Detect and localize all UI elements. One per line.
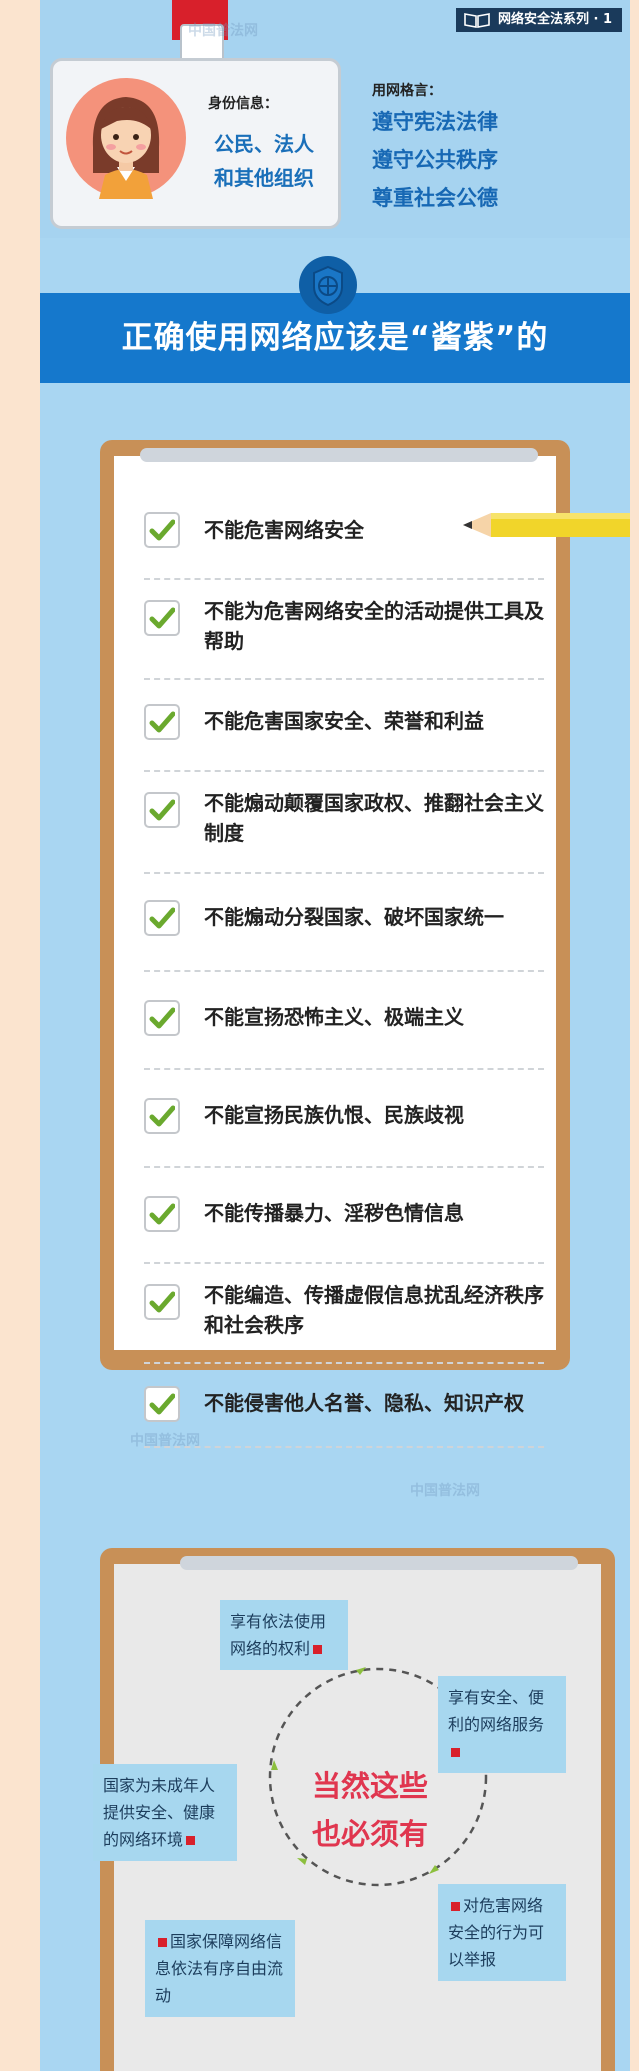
checklist-item: 不能传播暴力、淫秽色情信息: [144, 1168, 544, 1264]
checkbox-checked: [144, 600, 180, 636]
checklist-item-text: 不能编造、传播虚假信息扰乱经济秩序和社会秩序: [204, 1283, 544, 1337]
rights-bubble-right-bottom: 对危害网络安全的行为可以举报: [438, 1884, 566, 1981]
check-icon: [149, 1203, 175, 1225]
checklist-item-text: 不能煽动颠覆国家政权、推翻社会主义制度: [204, 791, 544, 845]
checkbox-checked: [144, 1000, 180, 1036]
rights-center-line1: 当然这些: [311, 1769, 428, 1803]
id-value-line2: 和其他组织: [214, 166, 314, 190]
checklist: 不能危害网络安全 不能为危害网络安全的活动提供工具及帮助 不能危害国家安全、荣誉…: [144, 482, 544, 1448]
header-section: 网络安全法系列 · 1 身份信息： 公民、法人 和其他组织 用网格言： 遵守宪法…: [40, 0, 630, 238]
red-square-icon: [451, 1748, 460, 1757]
checkbox-checked: [144, 512, 180, 548]
pencil-icon: [463, 513, 630, 537]
watermark-text: 中国普法网: [410, 1483, 480, 1499]
red-square-icon: [313, 1645, 323, 1654]
board-clip: [180, 1556, 578, 1570]
checklist-item-text: 不能侵害他人名誉、隐私、知识产权: [204, 1391, 524, 1415]
check-icon: [149, 1393, 175, 1415]
check-icon: [149, 607, 175, 629]
checklist-item: 不能宣扬民族仇恨、民族歧视: [144, 1070, 544, 1168]
checklist-item-text: 不能危害国家安全、荣誉和利益: [204, 709, 484, 733]
motto-line: 尊重社会公德: [372, 186, 498, 210]
rights-bubble-bottom: 国家保障网络信息依法有序自由流动: [145, 1920, 295, 2017]
red-square-icon: [158, 1938, 167, 1947]
rights-bubble-right-top: 享有安全、便利的网络服务: [438, 1676, 566, 1773]
board-clip: [140, 448, 538, 462]
motto-label: 用网格言：: [372, 83, 442, 99]
checkbox-checked: [144, 1196, 180, 1232]
checklist-item: 不能为危害网络安全的活动提供工具及帮助: [144, 580, 544, 680]
checkbox-checked: [144, 1284, 180, 1320]
checklist-item: 不能煽动颠覆国家政权、推翻社会主义制度: [144, 772, 544, 874]
checklist-item-text: 不能宣扬恐怖主义、极端主义: [204, 1005, 464, 1029]
rights-center-text: 当然这些 也必须有: [295, 1762, 445, 1858]
checkbox-checked: [144, 1098, 180, 1134]
check-icon: [149, 711, 175, 733]
rights-bubble-top: 享有依法使用网络的权利: [220, 1600, 348, 1670]
checkbox-checked: [144, 704, 180, 740]
red-square-icon: [451, 1902, 460, 1911]
id-value-line1: 公民、法人: [214, 132, 314, 156]
motto-line: 遵守宪法法律: [372, 110, 498, 134]
series-tag-text: 网络安全法系列 · 1: [497, 12, 612, 27]
book-icon: [464, 13, 490, 28]
checklist-item: 不能宣扬恐怖主义、极端主义: [144, 972, 544, 1070]
checklist-item-text: 不能为危害网络安全的活动提供工具及帮助: [204, 599, 544, 653]
checkbox-checked: [144, 1386, 180, 1422]
red-square-icon: [186, 1836, 196, 1845]
checklist-item: 不能煽动分裂国家、破坏国家统一: [144, 874, 544, 972]
checklist-paper: 不能危害网络安全 不能为危害网络安全的活动提供工具及帮助 不能危害国家安全、荣誉…: [114, 456, 556, 1448]
check-icon: [149, 907, 175, 929]
check-icon: [149, 1105, 175, 1127]
infographic-page: 网络安全法系列 · 1 身份信息： 公民、法人 和其他组织 用网格言： 遵守宪法…: [40, 0, 630, 2071]
checklist-item: 不能侵害他人名誉、隐私、知识产权: [144, 1364, 544, 1448]
check-icon: [149, 799, 175, 821]
checklist-item-text: 不能宣扬民族仇恨、民族歧视: [204, 1103, 464, 1127]
avatar: [66, 78, 186, 199]
check-icon: [149, 1007, 175, 1029]
id-value: 公民、法人 和其他组织: [194, 127, 334, 195]
shield-icon: [299, 256, 357, 314]
checklist-board: 不能危害网络安全 不能为危害网络安全的活动提供工具及帮助 不能危害国家安全、荣誉…: [100, 440, 570, 1448]
checklist-item-text: 不能煽动分裂国家、破坏国家统一: [204, 905, 504, 929]
checklist-item-text: 不能传播暴力、淫秽色情信息: [204, 1201, 464, 1225]
watermark-text: 中国普法网: [188, 23, 258, 39]
check-icon: [149, 1291, 175, 1313]
rights-center-line2: 也必须有: [311, 1817, 428, 1851]
checkbox-checked: [144, 900, 180, 936]
motto-line: 遵守公共秩序: [372, 148, 498, 172]
id-label: 身份信息：: [208, 96, 278, 112]
series-tag: 网络安全法系列 · 1: [455, 8, 622, 32]
id-card: 身份信息： 公民、法人 和其他组织: [50, 58, 341, 229]
check-icon: [149, 519, 175, 541]
checkbox-checked: [144, 792, 180, 828]
checklist-item: 不能编造、传播虚假信息扰乱经济秩序和社会秩序: [144, 1264, 544, 1364]
rights-bubble-left: 国家为未成年人提供安全、健康的网络环境: [93, 1764, 237, 1861]
checklist-item: 不能危害国家安全、荣誉和利益: [144, 680, 544, 772]
motto-list: 遵守宪法法律 遵守公共秩序 尊重社会公德: [372, 103, 498, 217]
